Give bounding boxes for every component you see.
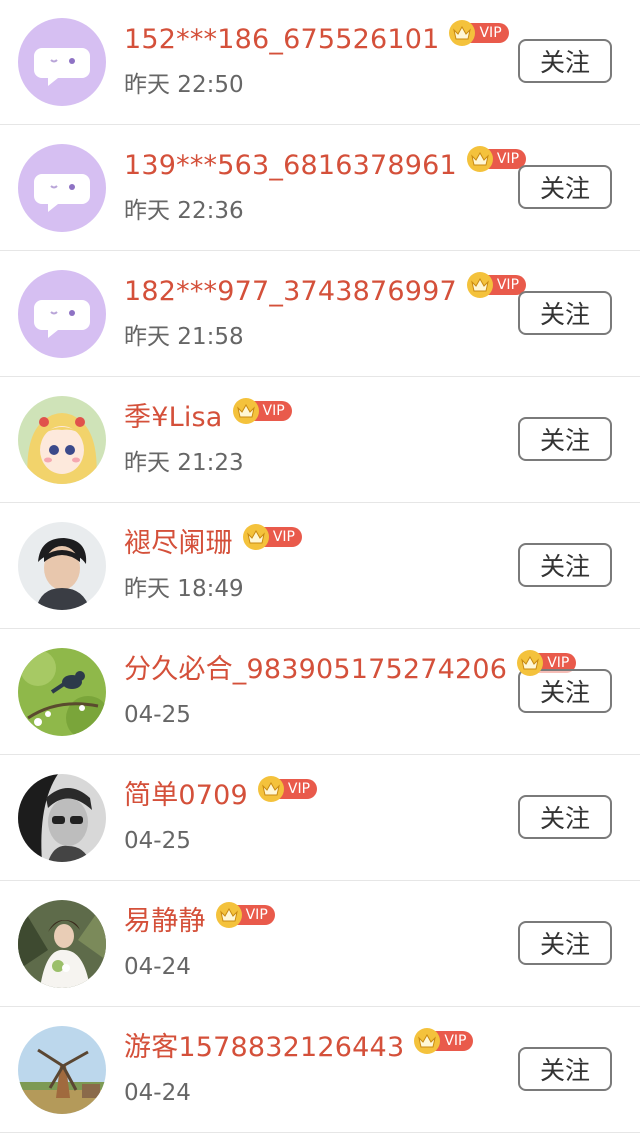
- follow-button[interactable]: 关注: [518, 417, 612, 461]
- follow-button[interactable]: 关注: [518, 921, 612, 965]
- crown-icon: [232, 398, 259, 424]
- windmill-landscape-avatar[interactable]: [18, 1026, 106, 1114]
- follow-button[interactable]: 关注: [518, 39, 612, 83]
- crown-icon: [242, 524, 269, 550]
- follow-button[interactable]: 关注: [518, 291, 612, 335]
- last-active-time: 04-25: [124, 702, 191, 728]
- bird-on-branch-avatar[interactable]: [18, 648, 106, 736]
- name-line: 游客1578832126443 VIP: [124, 1028, 474, 1068]
- default-chat-avatar[interactable]: [18, 18, 106, 106]
- last-active-time: 04-24: [124, 1080, 191, 1106]
- default-chat-avatar[interactable]: [18, 270, 106, 358]
- crown-icon: [215, 902, 242, 928]
- username[interactable]: 分久必合_983905175274206: [124, 650, 507, 690]
- vip-badge: VIP: [242, 524, 302, 550]
- username[interactable]: 易静静: [124, 902, 206, 942]
- name-line: 182***977_3743876997 VIP: [124, 272, 527, 312]
- user-row[interactable]: 182***977_3743876997 VIP 昨天 21:58 关注: [0, 252, 640, 377]
- vip-badge: VIP: [466, 146, 527, 172]
- bride-flowers-avatar[interactable]: [18, 900, 106, 988]
- anime-girl-avatar[interactable]: [18, 396, 106, 484]
- user-row[interactable]: 139***563_6816378961 VIP 昨天 22:36 关注: [0, 126, 640, 251]
- crown-icon: [466, 146, 493, 172]
- username[interactable]: 简单0709: [124, 776, 248, 816]
- name-line: 易静静 VIP: [124, 902, 275, 942]
- name-line: 季¥Lisa VIP: [124, 398, 292, 438]
- user-row[interactable]: 分久必合_983905175274206 VIP 04-25 关注: [0, 630, 640, 755]
- last-active-time: 昨天 18:49: [124, 576, 244, 602]
- username[interactable]: 182***977_3743876997: [124, 272, 457, 312]
- vip-badge: VIP: [449, 20, 509, 46]
- user-row[interactable]: 易静静 VIP 04-24 关注: [0, 882, 640, 1007]
- last-active-time: 04-24: [124, 954, 191, 980]
- follow-button[interactable]: 关注: [518, 165, 612, 209]
- follow-button[interactable]: 关注: [518, 795, 612, 839]
- crown-icon: [257, 776, 284, 802]
- name-line: 139***563_6816378961 VIP: [124, 146, 527, 186]
- vip-badge: VIP: [215, 902, 275, 928]
- user-row[interactable]: 简单0709 VIP 04-25 关注: [0, 756, 640, 881]
- last-active-time: 04-25: [124, 828, 191, 854]
- username[interactable]: 152***186_675526101: [124, 20, 439, 60]
- user-row[interactable]: 152***186_675526101 VIP 昨天 22:50 关注: [0, 0, 640, 125]
- last-active-time: 昨天 21:58: [124, 324, 244, 350]
- username[interactable]: 季¥Lisa: [124, 398, 223, 438]
- user-row[interactable]: 褪尽阑珊 VIP 昨天 18:49 关注: [0, 504, 640, 629]
- user-row[interactable]: 游客1578832126443 VIP 04-24 关注: [0, 1008, 640, 1133]
- name-line: 简单0709 VIP: [124, 776, 318, 816]
- user-list: 152***186_675526101 VIP 昨天 22:50 关注 139*…: [0, 0, 640, 1136]
- username[interactable]: 139***563_6816378961: [124, 146, 457, 186]
- woman-sunglasses-bw-avatar[interactable]: [18, 774, 106, 862]
- crown-icon: [517, 650, 544, 676]
- user-row[interactable]: 季¥Lisa VIP 昨天 21:23 关注: [0, 378, 640, 503]
- vip-badge: VIP: [414, 1028, 474, 1054]
- crown-icon: [466, 272, 493, 298]
- last-active-time: 昨天 21:23: [124, 450, 244, 476]
- username[interactable]: 褪尽阑珊: [124, 524, 233, 564]
- username[interactable]: 游客1578832126443: [124, 1028, 404, 1068]
- vip-badge: VIP: [466, 272, 527, 298]
- young-man-photo-avatar[interactable]: [18, 522, 106, 610]
- vip-badge: VIP: [232, 398, 292, 424]
- default-chat-avatar[interactable]: [18, 144, 106, 232]
- name-line: 分久必合_983905175274206 VIP: [124, 650, 577, 690]
- follow-button[interactable]: 关注: [518, 1047, 612, 1091]
- last-active-time: 昨天 22:36: [124, 198, 244, 224]
- name-line: 褪尽阑珊 VIP: [124, 524, 302, 564]
- follow-button[interactable]: 关注: [518, 543, 612, 587]
- vip-badge: VIP: [257, 776, 318, 802]
- name-line: 152***186_675526101 VIP: [124, 20, 509, 60]
- last-active-time: 昨天 22:50: [124, 72, 244, 98]
